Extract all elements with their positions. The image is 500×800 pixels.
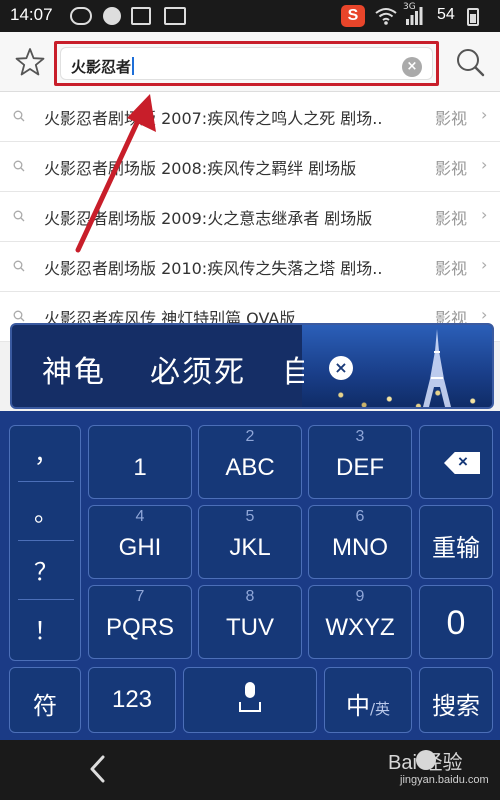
suggestion-category: 影视: [435, 259, 468, 278]
watermark-brand: Bai 经验: [388, 752, 463, 774]
microphone-icon: [245, 682, 255, 698]
search-icon: [13, 260, 25, 272]
search-icon[interactable]: [454, 46, 486, 78]
chevron-left-icon[interactable]: [85, 752, 111, 786]
chevron-right-icon: ›: [481, 305, 488, 324]
city-lights: [302, 371, 492, 407]
chevron-right-icon: ›: [481, 105, 488, 124]
wifi-icon: [375, 8, 397, 25]
key-8-tuv[interactable]: 8 TUV: [198, 585, 302, 659]
search-key-button[interactable]: 搜索: [419, 667, 493, 733]
search-icon: [13, 310, 25, 322]
space-bar-icon: [239, 702, 261, 712]
key-3-def[interactable]: 3 DEF: [308, 425, 412, 499]
battery-icon: [467, 8, 479, 26]
candidate-word[interactable]: 必须死: [150, 347, 246, 391]
clear-icon[interactable]: ×: [402, 57, 422, 77]
text-caret: [132, 57, 135, 75]
search-query: 火影忍者: [71, 58, 132, 76]
search-header: 火影忍者 ×: [0, 32, 500, 92]
suggestion-item[interactable]: 火影忍者剧场版 2008:疾风传之羁绊 剧场版 影视 ›: [0, 142, 500, 192]
keyboard: ， 。 ？ ！ 1 2 ABC 3 DEF × 4 GHI 5 JKL 6 MN…: [0, 411, 500, 740]
reenter-button[interactable]: 重输: [419, 505, 493, 579]
watermark-url: jingyan.baidu.com: [400, 774, 489, 786]
clock: 14:07: [10, 5, 53, 24]
keyboard-icon: [164, 7, 186, 25]
search-highlight-frame: 火影忍者 ×: [54, 41, 439, 86]
suggestion-category: 影视: [435, 109, 468, 128]
search-icon: [13, 210, 25, 222]
close-icon[interactable]: ×: [329, 356, 353, 380]
chevron-right-icon: ›: [481, 205, 488, 224]
key-5-jkl[interactable]: 5 JKL: [198, 505, 302, 579]
navigation-bar: Bai 经验 jingyan.baidu.com: [0, 740, 500, 800]
candidate-bar: 神龟 必须死 自 ×: [10, 323, 494, 409]
search-icon: [13, 160, 25, 172]
search-icon: [13, 110, 25, 122]
suggestion-list: 火影忍者剧场版 2007:疾风传之鸣人之死 剧场.. 影视 › 火影忍者剧场版 …: [0, 92, 500, 342]
status-bar: 14:07 S 3G 54: [0, 0, 500, 32]
suggestion-text: 火影忍者剧场版 2007:疾风传之鸣人之死 剧场..: [44, 109, 383, 128]
suggestion-category: 影视: [435, 209, 468, 228]
key-0[interactable]: 0: [419, 585, 493, 659]
numbers-button[interactable]: 123: [88, 667, 176, 733]
symbols-button[interactable]: 符: [9, 667, 81, 733]
suggestion-item[interactable]: 火影忍者剧场版 2007:疾风传之鸣人之死 剧场.. 影视 ›: [0, 92, 500, 142]
sogou-icon: S: [341, 5, 365, 27]
network-type: 3G: [403, 2, 416, 12]
star-icon[interactable]: [14, 46, 46, 78]
punct-key[interactable]: 。: [18, 485, 74, 541]
suggestion-text: 火影忍者剧场版 2008:疾风传之羁绊 剧场版: [44, 159, 357, 178]
punctuation-column: ， 。 ？ ！: [9, 425, 81, 661]
ring-icon: [70, 7, 92, 25]
backspace-button[interactable]: ×: [419, 425, 493, 499]
punct-key[interactable]: ？: [18, 544, 74, 600]
candidate-word[interactable]: 自: [282, 347, 304, 391]
backspace-icon: ×: [444, 452, 480, 474]
punct-key[interactable]: ！: [18, 603, 74, 659]
key-6-mno[interactable]: 6 MNO: [308, 505, 412, 579]
search-input[interactable]: 火影忍者 ×: [60, 47, 433, 80]
candidate-word[interactable]: 神龟: [42, 347, 106, 391]
key-4-ghi[interactable]: 4 GHI: [88, 505, 192, 579]
key-2-abc[interactable]: 2 ABC: [198, 425, 302, 499]
chevron-right-icon: ›: [481, 155, 488, 174]
suggestion-text: 火影忍者剧场版 2009:火之意志继承者 剧场版: [44, 209, 373, 228]
suggestion-category: 影视: [435, 159, 468, 178]
key-1[interactable]: 1: [88, 425, 192, 499]
suggestion-text: 火影忍者剧场版 2010:疾风传之失落之塔 剧场..: [44, 259, 383, 278]
battery-percentage: 54: [437, 6, 455, 23]
suggestion-item[interactable]: 火影忍者剧场版 2009:火之意志继承者 剧场版 影视 ›: [0, 192, 500, 242]
chevron-right-icon: ›: [481, 255, 488, 274]
sync-icon: [103, 7, 121, 25]
suggestion-item[interactable]: 火影忍者剧场版 2010:疾风传之失落之塔 剧场.. 影视 ›: [0, 242, 500, 292]
punct-key[interactable]: ，: [18, 426, 74, 482]
key-7-pqrs[interactable]: 7 PQRS: [88, 585, 192, 659]
picture-icon: [131, 7, 151, 25]
key-9-wxyz[interactable]: 9 WXYZ: [308, 585, 412, 659]
voice-space-button[interactable]: [183, 667, 317, 733]
language-toggle-button[interactable]: 中/英: [324, 667, 412, 733]
